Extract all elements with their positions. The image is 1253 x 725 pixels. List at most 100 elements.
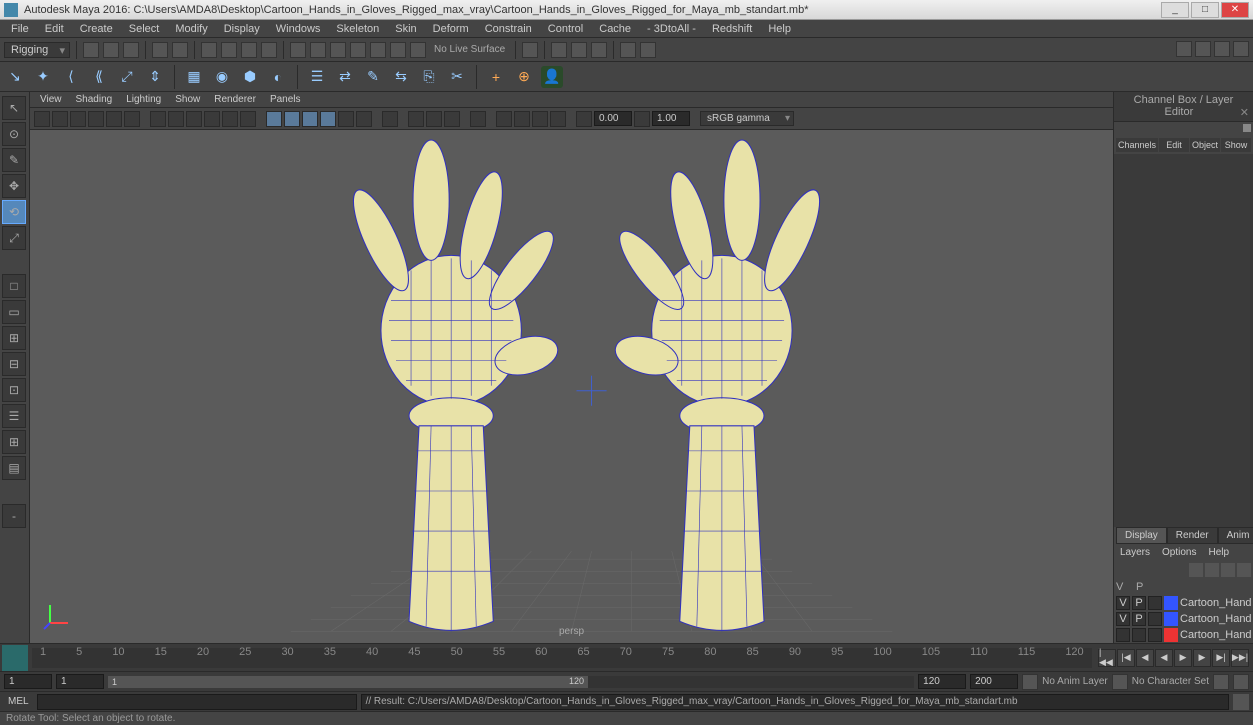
paint-select-tool[interactable]: ✎ [2, 148, 26, 172]
vp-menu-renderer[interactable]: Renderer [208, 93, 262, 106]
character-set-dropdown[interactable]: No Character Set [1132, 676, 1209, 687]
expose-icon[interactable] [470, 111, 486, 127]
menu-3dtoall[interactable]: - 3DtoAll - [640, 21, 703, 37]
undo-icon[interactable] [152, 42, 168, 58]
options-menu[interactable]: Options [1158, 546, 1200, 559]
blend-shape-icon[interactable]: ⬢ [239, 66, 261, 88]
select-comp-icon[interactable] [261, 42, 277, 58]
snap-live-icon[interactable] [370, 42, 386, 58]
minimize-button[interactable]: _ [1161, 2, 1189, 18]
menu-skeleton[interactable]: Skeleton [329, 21, 386, 37]
layer-type-toggle[interactable] [1148, 628, 1162, 642]
four-pane-icon[interactable]: ⊞ [2, 326, 26, 350]
last-tool[interactable]: □ [2, 274, 26, 298]
gamma-field[interactable]: 1.00 [652, 111, 690, 126]
script-lang-label[interactable]: MEL [4, 696, 33, 707]
textured-icon[interactable] [320, 111, 336, 127]
anim-layer-dropdown[interactable]: No Anim Layer [1042, 676, 1108, 687]
xray-comp-icon[interactable] [444, 111, 460, 127]
workspace-dropdown[interactable]: Rigging [4, 42, 70, 58]
layer-vis-toggle[interactable]: V [1116, 612, 1130, 626]
cluster-icon[interactable]: ◉ [211, 66, 233, 88]
menu-deform[interactable]: Deform [426, 21, 476, 37]
exposure-icon[interactable] [576, 111, 592, 127]
layer-new-icon[interactable] [1189, 563, 1203, 577]
menu-edit[interactable]: Edit [38, 21, 71, 37]
detach-skin-icon[interactable]: ⇄ [334, 66, 356, 88]
play-back-button[interactable]: ◀ [1155, 649, 1173, 667]
construction-history-icon[interactable] [522, 42, 538, 58]
go-end-button[interactable]: ▶▶| [1231, 649, 1249, 667]
two-pane-h-icon[interactable]: ⊟ [2, 352, 26, 376]
timeline-track[interactable]: 1510152025303540455055606570758085909510… [32, 648, 1092, 668]
command-input[interactable] [37, 694, 357, 710]
constraint-2-icon[interactable]: ⊕ [513, 66, 535, 88]
lights-icon[interactable] [338, 111, 354, 127]
layer-color-swatch[interactable] [1164, 612, 1178, 626]
wireframe-icon[interactable] [266, 111, 282, 127]
menu-constrain[interactable]: Constrain [478, 21, 539, 37]
vp-menu-view[interactable]: View [34, 93, 68, 106]
wire-on-shaded-icon[interactable] [302, 111, 318, 127]
go-start-button[interactable]: |◀◀ [1098, 649, 1116, 667]
attribute-editor-icon[interactable] [1195, 41, 1211, 57]
range-end-field[interactable]: 200 [970, 674, 1018, 689]
layer-vis-toggle[interactable] [1116, 628, 1130, 642]
shaded-icon[interactable] [284, 111, 300, 127]
snap-point-icon[interactable] [330, 42, 346, 58]
collapse-icon[interactable]: - [2, 504, 26, 528]
menu-display[interactable]: Display [217, 21, 267, 37]
vp-menu-show[interactable]: Show [169, 93, 206, 106]
bind-skin-icon[interactable]: ☰ [306, 66, 328, 88]
tab-show[interactable]: Show [1221, 138, 1251, 152]
vp-menu-shading[interactable]: Shading [70, 93, 119, 106]
panel-dock-icon[interactable] [1243, 124, 1251, 132]
close-button[interactable]: ✕ [1221, 2, 1249, 18]
snap-curve-icon[interactable] [310, 42, 326, 58]
panel-close-icon[interactable]: ✕ [1240, 106, 1249, 119]
layer-down-icon[interactable] [1221, 563, 1235, 577]
human-ik-icon[interactable]: 👤 [541, 66, 563, 88]
vp-menu-panels[interactable]: Panels [264, 93, 307, 106]
ao-icon[interactable] [496, 111, 512, 127]
tab-display[interactable]: Display [1116, 527, 1167, 544]
scale-tool[interactable]: ⤢ [2, 226, 26, 250]
insert-joint-icon[interactable]: ⤢ [116, 66, 138, 88]
rotate-tool[interactable]: ⟲ [2, 200, 26, 224]
copy-weights-icon[interactable]: ⎘ [418, 66, 440, 88]
layer-color-swatch[interactable] [1164, 596, 1178, 610]
layer-row[interactable]: VPCartoon_Hands_in_Glo... [1114, 595, 1253, 611]
shadows-icon[interactable] [356, 111, 372, 127]
step-back-button[interactable]: ◀ [1136, 649, 1154, 667]
two-pane-v-icon[interactable]: ⊡ [2, 378, 26, 402]
select-hier-icon[interactable] [221, 42, 237, 58]
viewport-canvas[interactable]: persp [30, 130, 1113, 643]
film-gate-icon[interactable] [168, 111, 184, 127]
select-tool[interactable]: ↖ [2, 96, 26, 120]
bookmark-icon[interactable] [70, 111, 86, 127]
layer-add-icon[interactable] [1237, 563, 1251, 577]
open-scene-icon[interactable] [103, 42, 119, 58]
image-plane-icon[interactable] [88, 111, 104, 127]
menu-control[interactable]: Control [541, 21, 590, 37]
constraint-1-icon[interactable]: + [485, 66, 507, 88]
grease-pencil-icon[interactable] [124, 111, 140, 127]
camera-select-icon[interactable] [34, 111, 50, 127]
outliner-layout-icon[interactable]: ☰ [2, 404, 26, 428]
grid-toggle-icon[interactable] [150, 111, 166, 127]
vp-menu-lighting[interactable]: Lighting [120, 93, 167, 106]
select-mode-icon[interactable] [201, 42, 217, 58]
range-start-field[interactable]: 1 [4, 674, 52, 689]
prefs-icon[interactable] [1233, 674, 1249, 690]
colorspace-dropdown[interactable]: sRGB gamma [700, 111, 794, 126]
menu-select[interactable]: Select [122, 21, 167, 37]
render-icon[interactable] [551, 42, 567, 58]
render-settings-icon[interactable] [591, 42, 607, 58]
safe-action-icon[interactable] [222, 111, 238, 127]
menu-redshift[interactable]: Redshift [705, 21, 759, 37]
range-settings-icon[interactable] [1022, 674, 1038, 690]
wrap-icon[interactable]: ◐ [267, 66, 289, 88]
range-slider-track[interactable]: 1120 [108, 676, 914, 688]
xray-icon[interactable] [408, 111, 424, 127]
menu-create[interactable]: Create [73, 21, 120, 37]
